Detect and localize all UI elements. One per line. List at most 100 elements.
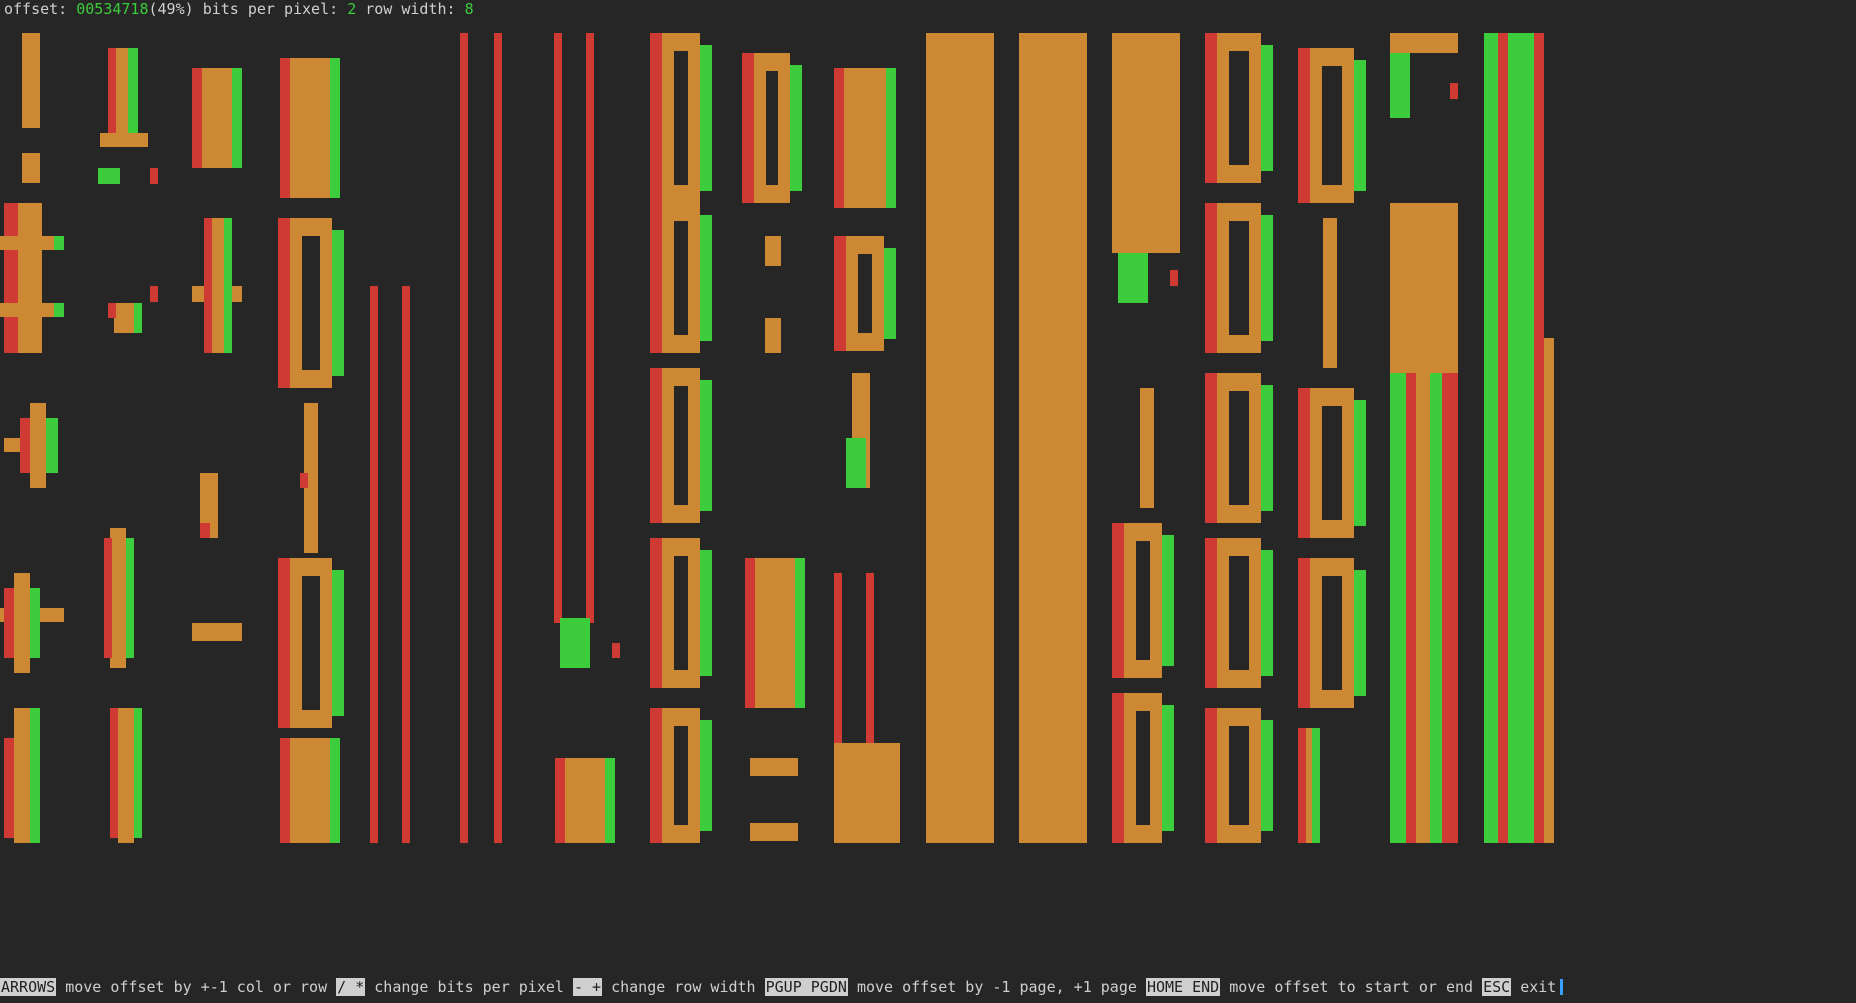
help-esc: exit <box>1520 978 1557 996</box>
pixel-block-0 <box>22 33 40 128</box>
help-width: change row width <box>611 978 756 996</box>
offset-percent: (49%) <box>148 0 194 18</box>
pixel-block-44 <box>200 523 210 538</box>
pixel-block-215 <box>1508 33 1534 843</box>
pixel-block-199 <box>1342 570 1354 696</box>
pixel-block-93 <box>688 380 700 511</box>
pixel-block-202 <box>1298 728 1306 843</box>
pixel-block-37 <box>192 68 202 168</box>
pixel-block-143 <box>1124 535 1136 666</box>
key-arrows[interactable]: ARROWS <box>0 978 57 996</box>
pixel-block-62 <box>332 570 344 716</box>
pixel-block-33 <box>118 708 134 843</box>
pixel-block-193 <box>1342 400 1354 526</box>
pixel-block-205 <box>1390 53 1410 118</box>
key-esc[interactable]: ESC <box>1482 978 1512 996</box>
offset-label: offset: <box>4 0 68 18</box>
pixel-block-123 <box>834 236 846 351</box>
pixel-block-174 <box>1249 550 1261 676</box>
pixel-block-137 <box>1118 253 1148 303</box>
help-arrows: move offset by +-1 col or row <box>65 978 328 996</box>
pixel-block-155 <box>1217 45 1229 171</box>
pixel-block-38 <box>232 68 242 168</box>
pixel-block-122 <box>886 68 896 208</box>
pixel-block-168 <box>1249 385 1261 511</box>
pixel-block-26 <box>114 303 134 333</box>
status-bar: offset: 00534718(49%) bits per pixel: 2 … <box>4 0 474 18</box>
pixel-block-12 <box>20 418 30 473</box>
pixel-block-113 <box>765 236 781 266</box>
key-page[interactable]: PGUP PGDN <box>764 978 848 996</box>
pixel-block-211 <box>1430 373 1442 843</box>
pixel-block-70 <box>554 33 562 623</box>
pixel-block-213 <box>1484 33 1498 843</box>
pixel-block-187 <box>1354 60 1366 191</box>
pixel-block-52 <box>290 230 302 376</box>
pixel-block-18 <box>30 708 40 843</box>
pixel-block-139 <box>1140 388 1154 508</box>
pixel-block-95 <box>650 538 662 688</box>
key-bpp[interactable]: / * <box>336 978 366 996</box>
pixel-block-114 <box>765 318 781 353</box>
pixel-block-126 <box>846 248 858 339</box>
pixel-block-64 <box>280 738 290 843</box>
pixel-block-1 <box>22 153 40 183</box>
pixel-block-88 <box>700 215 712 341</box>
pixel-block-60 <box>290 570 302 716</box>
pixel-block-48 <box>330 58 340 198</box>
pixel-block-180 <box>1249 720 1261 831</box>
pixel-block-194 <box>1354 400 1366 526</box>
pixel-block-75 <box>605 758 615 843</box>
pixel-block-80 <box>662 45 674 191</box>
pixel-block-132 <box>866 573 874 743</box>
pixel-block-40 <box>192 286 242 302</box>
pixel-block-214 <box>1498 33 1508 843</box>
pixel-block-163 <box>1261 215 1273 341</box>
pixel-block-30 <box>110 528 126 668</box>
key-width[interactable]: - + <box>572 978 603 996</box>
pixel-block-39 <box>212 218 224 353</box>
pixel-block-66 <box>370 286 378 843</box>
pixel-block-121 <box>834 68 844 208</box>
pixel-block-130 <box>846 438 866 488</box>
pixel-block-68 <box>460 33 468 843</box>
pixel-block-188 <box>1323 218 1337 368</box>
pixel-block-127 <box>872 248 884 339</box>
pixel-block-144 <box>1150 535 1162 666</box>
pixel-block-189 <box>1298 388 1310 538</box>
pixel-block-56 <box>300 473 308 488</box>
key-home-end[interactable]: HOME END <box>1145 978 1221 996</box>
pixel-block-3 <box>18 203 30 353</box>
pixel-block-81 <box>688 45 700 191</box>
pixel-block-146 <box>1112 693 1124 843</box>
pixel-block-112 <box>790 65 802 191</box>
pixel-block-21 <box>128 48 138 143</box>
pixel-block-77 <box>650 33 662 203</box>
pixel-block-74 <box>555 758 565 843</box>
row-width-value: 8 <box>464 0 474 18</box>
pixel-block-83 <box>650 203 662 353</box>
pixel-block-128 <box>884 248 896 339</box>
pixel-block-131 <box>834 573 842 743</box>
pixel-block-24 <box>98 168 120 184</box>
pixel-block-29 <box>150 286 158 302</box>
pixel-block-210 <box>1416 373 1430 843</box>
pixel-block-16 <box>30 588 40 658</box>
pixel-block-164 <box>1205 373 1217 523</box>
pixel-block-138 <box>1170 270 1178 286</box>
pixel-block-19 <box>4 738 14 838</box>
pixel-block-34 <box>110 708 118 838</box>
pixel-block-169 <box>1261 385 1273 511</box>
pixel-block-25 <box>150 168 158 184</box>
pixel-block-71 <box>586 33 594 623</box>
pixel-block-31 <box>104 538 112 658</box>
pixel-block-15 <box>4 588 14 658</box>
pixel-block-140 <box>1112 523 1124 678</box>
help-bpp: change bits per pixel <box>374 978 564 996</box>
pixel-block-86 <box>662 215 674 341</box>
pixel-block-170 <box>1205 538 1217 688</box>
pixel-block-94 <box>700 380 712 511</box>
bitmap-view <box>0 33 1554 843</box>
pixel-block-27 <box>108 303 116 318</box>
pixel-block-212 <box>1442 373 1458 843</box>
